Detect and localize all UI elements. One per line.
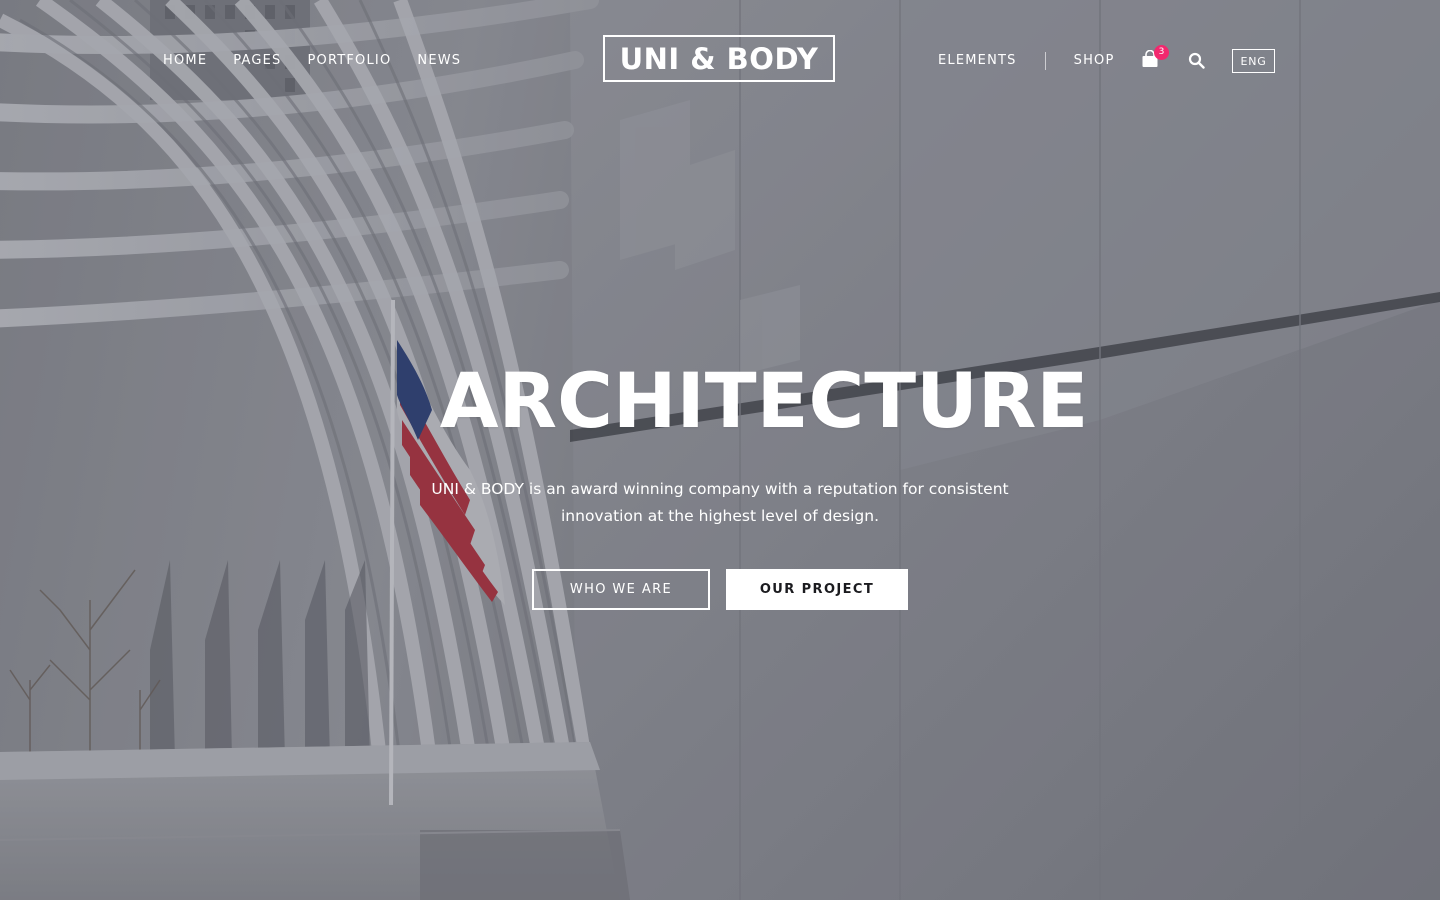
hero-description-line-2: innovation at the highest level of desig… xyxy=(561,507,879,525)
search-button[interactable] xyxy=(1188,52,1206,70)
hero-dark-overlay xyxy=(0,0,1440,900)
nav-pages[interactable]: PAGES xyxy=(233,52,281,70)
nav-portfolio[interactable]: PORTFOLIO xyxy=(307,52,391,70)
hero-title: ARCHITECTURE xyxy=(439,356,1089,445)
site-logo[interactable]: UNI & BODY xyxy=(603,35,835,82)
primary-nav-left: HOME PAGES PORTFOLIO NEWS xyxy=(163,52,461,70)
nav-divider xyxy=(1044,52,1046,70)
nav-home[interactable]: HOME xyxy=(163,52,207,70)
primary-nav-right: ELEMENTS SHOP xyxy=(938,52,1115,70)
nav-news[interactable]: NEWS xyxy=(417,52,461,70)
site-header: HOME PAGES PORTFOLIO NEWS UNI & BODY ELE… xyxy=(0,0,1440,120)
cart-button[interactable]: 3 xyxy=(1141,45,1169,72)
nav-shop[interactable]: SHOP xyxy=(1074,52,1115,70)
our-project-button[interactable]: OUR PROJECT xyxy=(726,569,908,610)
hero-description: UNI & BODY is an award winning company w… xyxy=(420,476,1020,530)
nav-elements[interactable]: ELEMENTS xyxy=(938,52,1017,70)
search-icon xyxy=(1188,52,1205,69)
hero-description-line-1: UNI & BODY is an award winning company w… xyxy=(431,480,1009,498)
language-selector[interactable]: ENG xyxy=(1232,49,1275,73)
cart-count-badge: 3 xyxy=(1154,45,1169,60)
who-we-are-button[interactable]: WHO WE ARE xyxy=(532,569,710,610)
